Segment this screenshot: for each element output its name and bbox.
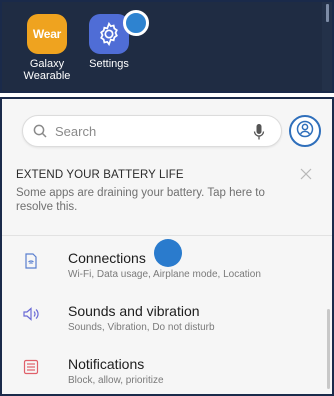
- scroll-indicator: [326, 4, 329, 22]
- item-subtitle: Sounds, Vibration, Do not disturb: [68, 322, 215, 333]
- microphone-icon[interactable]: [253, 123, 265, 146]
- list-item-sounds-and-vibration[interactable]: Sounds and vibration Sounds, Vibration, …: [2, 291, 332, 344]
- list-item-notifications[interactable]: Notifications Block, allow, prioritize: [2, 344, 332, 394]
- settings-panel: Search EXTEND YOUR BATTERY LIFE Some app…: [0, 97, 334, 396]
- app-drawer-panel: Wear Galaxy Wearable Settings: [0, 0, 334, 93]
- item-title: Connections: [68, 250, 146, 266]
- app-label-galaxy-wearable: Galaxy Wearable: [23, 58, 71, 82]
- galaxy-wearable-icon: Wear: [27, 14, 67, 54]
- notifications-icon: [22, 358, 40, 376]
- connections-icon: [22, 252, 40, 270]
- user-icon: [296, 120, 314, 143]
- divider: [2, 235, 332, 236]
- app-galaxy-wearable[interactable]: Wear Galaxy Wearable: [12, 14, 82, 82]
- account-button[interactable]: [289, 115, 321, 147]
- item-title: Sounds and vibration: [68, 303, 200, 319]
- item-title: Notifications: [68, 356, 145, 372]
- battery-card-description: Some apps are draining your battery. Tap…: [16, 187, 265, 213]
- search-placeholder: Search: [55, 124, 97, 139]
- touch-indicator: [154, 239, 182, 267]
- battery-suggestion-card[interactable]: EXTEND YOUR BATTERY LIFE Some apps are d…: [2, 159, 332, 225]
- battery-card-title: EXTEND YOUR BATTERY LIFE: [16, 169, 184, 181]
- touch-indicator: [123, 10, 149, 36]
- close-icon[interactable]: [300, 167, 312, 185]
- app-label-settings: Settings: [89, 58, 129, 70]
- speaker-icon: [22, 305, 40, 323]
- item-subtitle: Block, allow, prioritize: [68, 375, 164, 386]
- search-input[interactable]: Search: [22, 115, 282, 147]
- item-subtitle: Wi-Fi, Data usage, Airplane mode, Locati…: [68, 269, 261, 280]
- search-icon: [33, 124, 47, 143]
